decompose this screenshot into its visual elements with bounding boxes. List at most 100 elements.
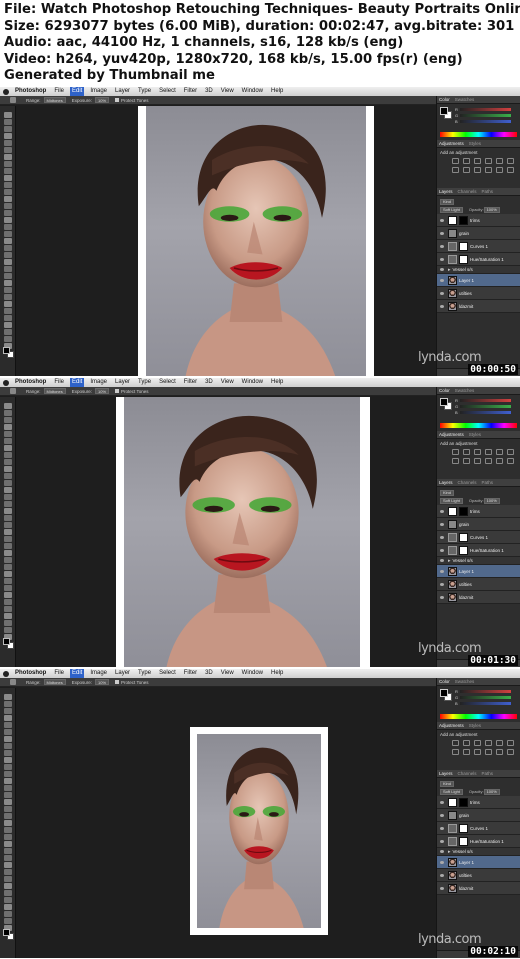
layer-row[interactable]: ldazmit	[437, 300, 520, 313]
tool-icon[interactable]	[4, 266, 12, 272]
tool-icon[interactable]	[4, 294, 12, 300]
tool-icon[interactable]	[4, 336, 12, 342]
menu-filter[interactable]: Filter	[184, 669, 197, 678]
tool-icon[interactable]	[4, 792, 12, 798]
menu-layer[interactable]: Layer	[115, 378, 130, 387]
adjustment-preset-icon[interactable]	[463, 158, 470, 164]
tool-icon[interactable]	[4, 862, 12, 868]
fg-bg-color-swatch[interactable]	[440, 107, 452, 119]
menu-select[interactable]: Select	[159, 378, 176, 387]
tool-icon[interactable]	[4, 834, 12, 840]
adjustment-preset-icon[interactable]	[452, 749, 459, 755]
adjustment-preset-icon[interactable]	[463, 458, 470, 464]
tool-icon[interactable]	[4, 259, 12, 265]
dodge-tool-icon[interactable]	[10, 679, 16, 685]
green-slider[interactable]: G	[455, 404, 511, 409]
tool-icon[interactable]	[4, 841, 12, 847]
menu-image[interactable]: Image	[90, 378, 107, 387]
opacity-field[interactable]: 100%	[483, 788, 500, 795]
visibility-eye-icon[interactable]	[440, 800, 444, 804]
portrait-photo[interactable]	[124, 397, 360, 667]
adjustment-preset-icon[interactable]	[474, 167, 481, 173]
adjustment-preset-icon[interactable]	[452, 167, 459, 173]
tool-icon[interactable]	[4, 550, 12, 556]
tool-icon[interactable]	[4, 918, 12, 924]
adjustment-preset-icon[interactable]	[485, 449, 492, 455]
green-slider[interactable]: G	[455, 113, 511, 118]
tool-icon[interactable]	[4, 897, 12, 903]
tool-icon[interactable]	[4, 515, 12, 521]
layer-row[interactable]: Layer 1	[437, 274, 520, 287]
tool-icon[interactable]	[4, 203, 12, 209]
menu-edit[interactable]: Edit	[70, 87, 85, 96]
layer-row[interactable]: trims	[437, 796, 520, 809]
visibility-eye-icon[interactable]	[440, 278, 444, 282]
tool-icon[interactable]	[4, 694, 12, 700]
layer-row[interactable]: ▸ Vessel s/s	[437, 848, 520, 856]
opacity-field[interactable]: 100%	[483, 206, 500, 213]
red-slider[interactable]: R	[455, 398, 511, 403]
opacity-field[interactable]: 100%	[483, 497, 500, 504]
tool-icon[interactable]	[4, 147, 12, 153]
menu-select[interactable]: Select	[159, 87, 176, 96]
menu-view[interactable]: View	[221, 378, 234, 387]
menu-help[interactable]: Help	[271, 669, 283, 678]
adjustment-preset-icon[interactable]	[496, 449, 503, 455]
tool-icon[interactable]	[4, 543, 12, 549]
tool-icon[interactable]	[4, 452, 12, 458]
dodge-tool-icon[interactable]	[10, 388, 16, 394]
tool-icon[interactable]	[4, 501, 12, 507]
tool-icon[interactable]	[4, 161, 12, 167]
menu-3d[interactable]: 3D	[205, 87, 213, 96]
tab-styles[interactable]: Styles	[469, 141, 481, 146]
tool-icon[interactable]	[4, 252, 12, 258]
tool-icon[interactable]	[4, 238, 12, 244]
menu-view[interactable]: View	[221, 669, 234, 678]
visibility-eye-icon[interactable]	[440, 244, 444, 248]
foreground-color-swatch[interactable]	[3, 929, 10, 936]
layer-row[interactable]: utilties	[437, 578, 520, 591]
menu-app-name[interactable]: Photoshop	[15, 87, 46, 96]
menu-window[interactable]: Window	[242, 87, 263, 96]
layer-row[interactable]: utilties	[437, 869, 520, 882]
menu-type[interactable]: Type	[138, 378, 151, 387]
tool-icon[interactable]	[4, 480, 12, 486]
tool-icon[interactable]	[4, 904, 12, 910]
tool-icon[interactable]	[4, 778, 12, 784]
visibility-eye-icon[interactable]	[440, 522, 444, 526]
tool-icon[interactable]	[4, 620, 12, 626]
tab-paths[interactable]: Paths	[482, 480, 494, 485]
tool-icon[interactable]	[4, 322, 12, 328]
menu-type[interactable]: Type	[138, 669, 151, 678]
tool-icon[interactable]	[4, 487, 12, 493]
tool-icon[interactable]	[4, 473, 12, 479]
layer-row[interactable]: ▸ Vessel s/s	[437, 557, 520, 565]
tool-icon[interactable]	[4, 585, 12, 591]
tool-icon[interactable]	[4, 308, 12, 314]
layer-row[interactable]: grain	[437, 518, 520, 531]
tool-icon[interactable]	[4, 869, 12, 875]
tool-icon[interactable]	[4, 529, 12, 535]
tool-icon[interactable]	[4, 459, 12, 465]
adjustment-preset-icon[interactable]	[507, 740, 514, 746]
visibility-eye-icon[interactable]	[440, 548, 444, 552]
tool-icon[interactable]	[4, 245, 12, 251]
adjustment-preset-icon[interactable]	[496, 749, 503, 755]
tab-layers[interactable]: Layers	[439, 189, 453, 194]
visibility-eye-icon[interactable]	[440, 813, 444, 817]
visibility-eye-icon[interactable]	[440, 268, 444, 271]
tool-icon[interactable]	[4, 806, 12, 812]
adjustment-preset-icon[interactable]	[485, 749, 492, 755]
tab-color[interactable]: Color	[439, 679, 450, 684]
tool-icon[interactable]	[4, 315, 12, 321]
tool-icon[interactable]	[4, 445, 12, 451]
range-select[interactable]: Midtones	[43, 679, 66, 685]
tab-adjustments[interactable]: Adjustments	[439, 432, 464, 437]
tool-icon[interactable]	[4, 599, 12, 605]
layer-row[interactable]: Hue/Saturation 1	[437, 544, 520, 557]
tool-icon[interactable]	[4, 210, 12, 216]
tool-icon[interactable]	[4, 564, 12, 570]
foreground-color-swatch[interactable]	[3, 638, 10, 645]
tool-icon[interactable]	[4, 280, 12, 286]
layer-row[interactable]: utilties	[437, 287, 520, 300]
